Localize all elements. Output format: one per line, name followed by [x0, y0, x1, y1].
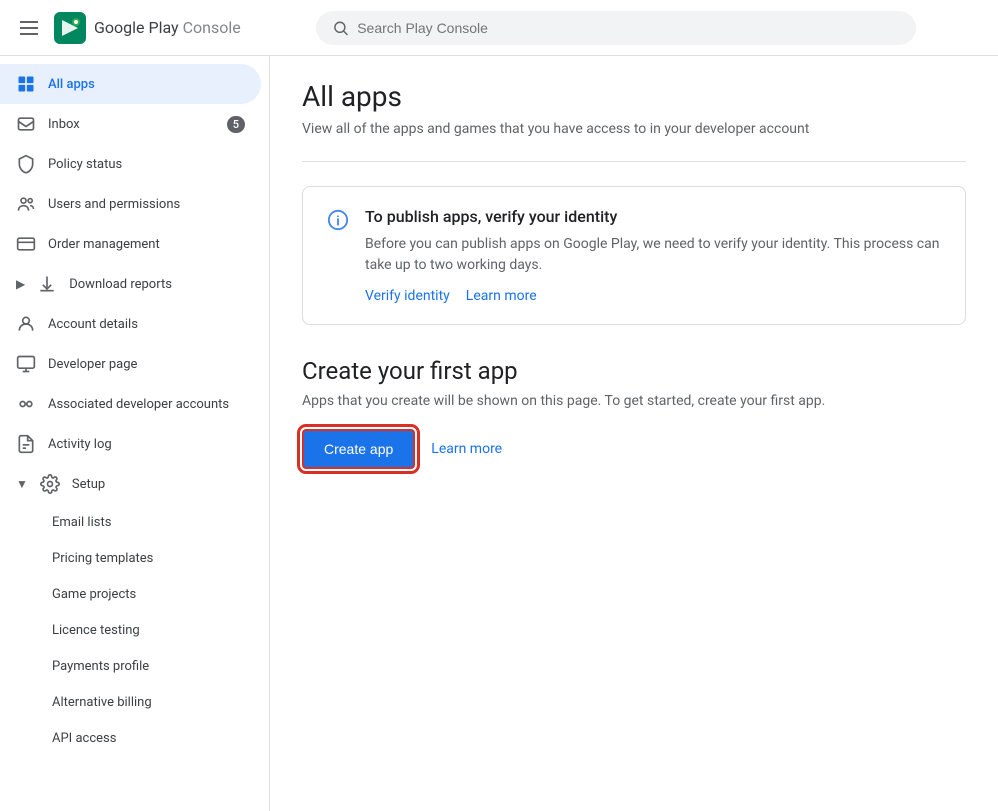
page-title: All apps [302, 80, 966, 113]
sidebar-item-label: Inbox [48, 117, 215, 132]
info-card: To publish apps, verify your identity Be… [302, 186, 966, 325]
sidebar-subitem-payments-profile[interactable]: Payments profile [0, 648, 269, 684]
info-card-title: To publish apps, verify your identity [365, 207, 941, 226]
create-app-button[interactable]: Create app [302, 429, 415, 469]
create-learn-more-link[interactable]: Learn more [431, 441, 502, 457]
logo-area: Google Play Console [54, 12, 304, 44]
topbar: Google Play Console [0, 0, 998, 56]
sidebar-item-label: Associated developer accounts [48, 397, 245, 412]
sidebar-subitem-game-projects[interactable]: Game projects [0, 576, 269, 612]
sidebar-item-users[interactable]: Users and permissions [0, 184, 261, 224]
create-actions: Create app Learn more [302, 429, 966, 469]
people-icon [16, 194, 36, 214]
sidebar-subitem-email-lists[interactable]: Email lists [0, 504, 269, 540]
link-icon [16, 394, 36, 414]
inbox-badge: 5 [227, 116, 245, 133]
sidebar-item-all-apps[interactable]: All apps [0, 64, 261, 104]
menu-button[interactable] [16, 17, 42, 39]
main-layout: All apps Inbox 5 Policy status [0, 56, 998, 811]
verify-identity-link[interactable]: Verify identity [365, 288, 450, 304]
sidebar-item-activity-log[interactable]: Activity log [0, 424, 261, 464]
sidebar-item-label: Account details [48, 317, 245, 332]
sidebar-item-developer-page[interactable]: Developer page [0, 344, 261, 384]
create-title: Create your first app [302, 357, 966, 385]
sidebar-item-label: Order management [48, 237, 245, 252]
sidebar-item-orders[interactable]: Order management [0, 224, 261, 264]
logo-icon [54, 12, 86, 44]
sidebar-item-label: Download reports [69, 277, 245, 292]
expand-arrow-right-icon: ▶ [16, 277, 25, 291]
sidebar-item-policy[interactable]: Policy status [0, 144, 261, 184]
learn-more-link[interactable]: Learn more [466, 288, 537, 304]
inbox-icon [16, 114, 36, 134]
info-icon [327, 209, 349, 304]
monitor-icon [16, 354, 36, 374]
sidebar-item-inbox[interactable]: Inbox 5 [0, 104, 261, 144]
create-text: Apps that you create will be shown on th… [302, 393, 966, 409]
sidebar-subitem-licence-testing[interactable]: Licence testing [0, 612, 269, 648]
search-icon [332, 19, 349, 37]
main-content: All apps View all of the apps and games … [270, 56, 998, 811]
info-card-links: Verify identity Learn more [365, 288, 941, 304]
grid-icon [16, 74, 36, 94]
logo-text: Google Play Console [94, 18, 241, 37]
download-icon [37, 274, 57, 294]
page-subtitle: View all of the apps and games that you … [302, 121, 966, 137]
create-app-section: Create your first app Apps that you crea… [302, 357, 966, 469]
expand-arrow-down-icon: ▼ [16, 477, 28, 491]
info-card-body: To publish apps, verify your identity Be… [365, 207, 941, 304]
sidebar-item-associated-dev[interactable]: Associated developer accounts [0, 384, 261, 424]
sidebar-item-label: Users and permissions [48, 197, 245, 212]
sidebar-subitem-pricing-templates[interactable]: Pricing templates [0, 540, 269, 576]
sidebar-item-label: All apps [48, 77, 245, 92]
sidebar-item-label: Activity log [48, 437, 245, 452]
gear-icon [40, 474, 60, 494]
sidebar-item-setup[interactable]: ▼ Setup [0, 464, 261, 504]
sidebar-item-label: Developer page [48, 357, 245, 372]
sidebar-item-label: Policy status [48, 157, 245, 172]
sidebar-item-label: Setup [72, 477, 245, 492]
search-bar[interactable] [316, 11, 916, 45]
info-card-text: Before you can publish apps on Google Pl… [365, 234, 941, 276]
person-icon [16, 314, 36, 334]
divider [302, 161, 966, 162]
sidebar-item-download-reports[interactable]: ▶ Download reports [0, 264, 261, 304]
search-input[interactable] [357, 20, 900, 36]
logo-console: Console [183, 18, 241, 37]
sidebar-subitem-api-access[interactable]: API access [0, 720, 269, 756]
sidebar-item-account[interactable]: Account details [0, 304, 261, 344]
sidebar-subitem-alternative-billing[interactable]: Alternative billing [0, 684, 269, 720]
logo-play: Google Play [94, 18, 179, 37]
sidebar: All apps Inbox 5 Policy status [0, 56, 270, 811]
credit-card-icon [16, 234, 36, 254]
shield-icon [16, 154, 36, 174]
file-icon [16, 434, 36, 454]
